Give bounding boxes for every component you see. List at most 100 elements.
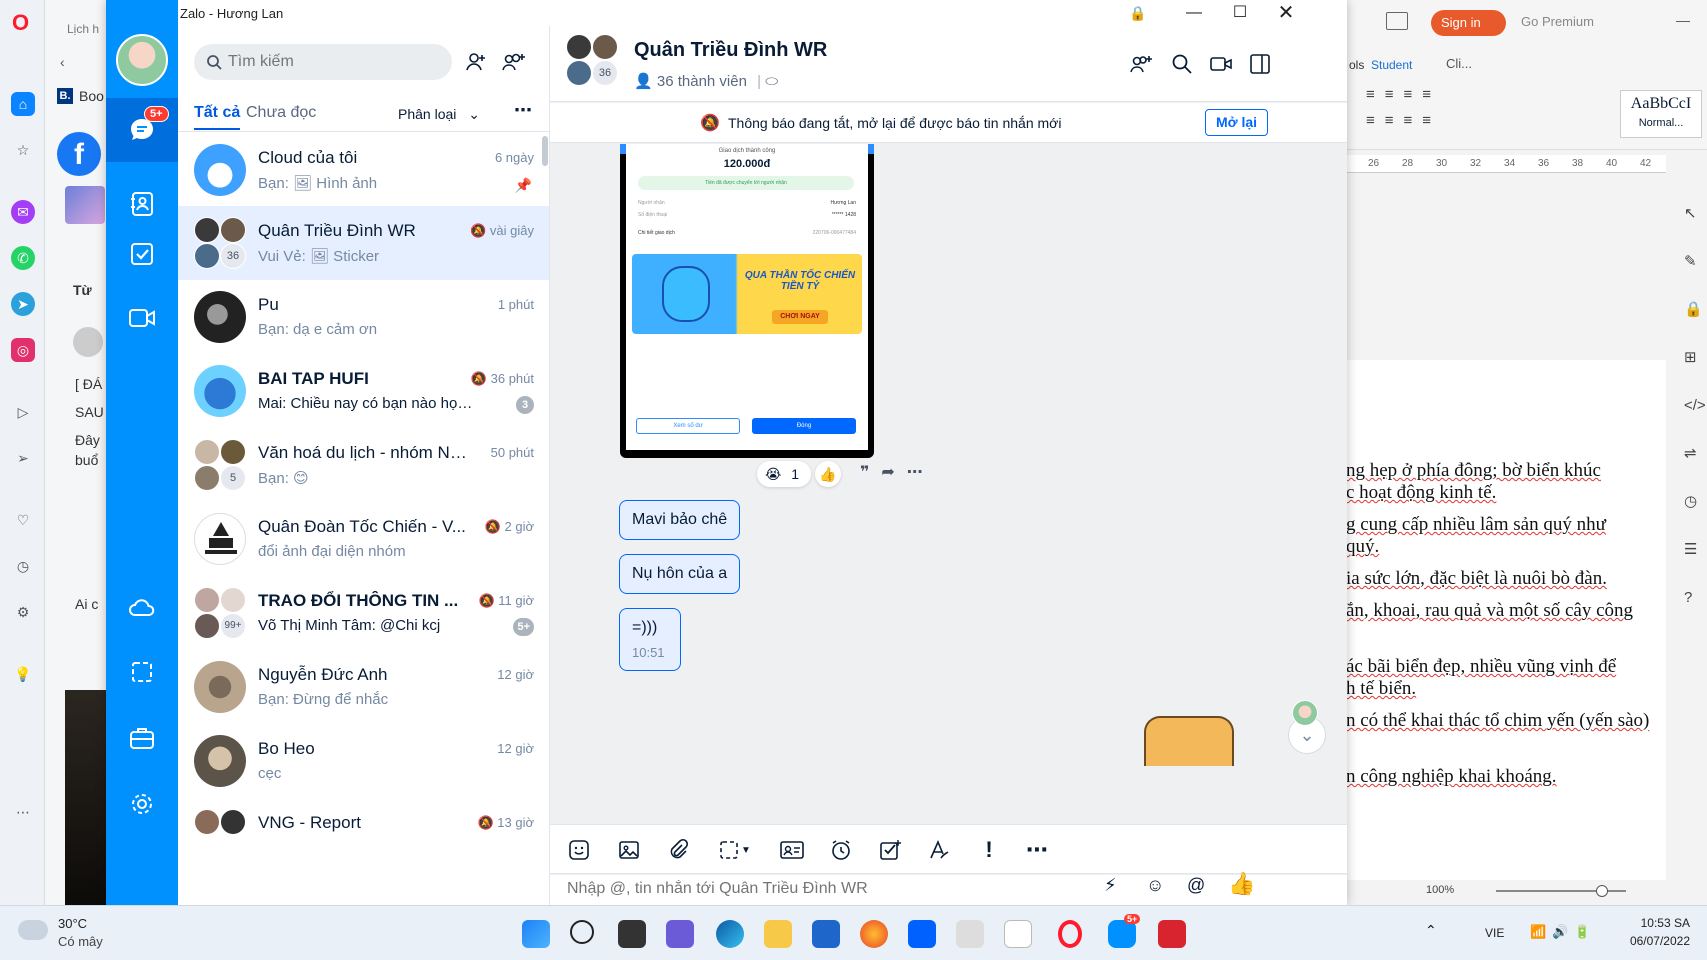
- conversation-item[interactable]: Nguyễn Đức Anh Bạn: Đừng để nhắc 12 giờ: [178, 650, 549, 724]
- search-in-chat-button[interactable]: [1166, 48, 1198, 80]
- message-bubble[interactable]: Mavi bảo chê: [619, 500, 741, 540]
- attach-file-button[interactable]: [663, 835, 693, 865]
- format-text-button[interactable]: [924, 835, 954, 865]
- nav-todo[interactable]: [106, 222, 178, 286]
- reading-mode-icon[interactable]: [1386, 12, 1408, 30]
- chat-title[interactable]: Quân Triều Đình WR: [634, 39, 827, 62]
- taskbar-search-icon[interactable]: [570, 920, 594, 944]
- conversation-item[interactable]: VNG - Report 🔕 13 giờ: [178, 798, 549, 872]
- firefox-icon[interactable]: [860, 920, 888, 948]
- add-friend-button[interactable]: [460, 46, 492, 78]
- nav-messages[interactable]: 5+: [106, 98, 178, 162]
- booking-icon[interactable]: B.: [57, 88, 73, 104]
- clock-date[interactable]: 06/07/2022: [1610, 934, 1690, 948]
- chevron-up-icon[interactable]: ⌃: [1425, 922, 1437, 939]
- more-icon[interactable]: ⋯: [11, 800, 35, 824]
- facebook-icon[interactable]: f: [57, 132, 101, 176]
- conversation-item[interactable]: 99+ TRAO ĐỔI THÔNG TIN ... Võ Thị Minh T…: [178, 576, 549, 650]
- task-view-icon[interactable]: [618, 920, 646, 948]
- thumbs-up-icon[interactable]: 👍: [1228, 871, 1255, 897]
- clock-time[interactable]: 10:53 SA: [1610, 916, 1690, 930]
- send-icon[interactable]: ➢: [11, 446, 35, 470]
- instagram-icon[interactable]: ◎: [11, 338, 35, 362]
- start-windows-icon[interactable]: [522, 920, 550, 948]
- toggle-info-panel-button[interactable]: [1244, 48, 1276, 80]
- zoom-slider[interactable]: [1496, 885, 1626, 897]
- nav-settings[interactable]: [106, 772, 178, 836]
- mark-important-button[interactable]: !: [974, 835, 1004, 865]
- wps-office-icon[interactable]: [1158, 920, 1186, 948]
- message-actions[interactable]: ❞➦⋯: [860, 462, 935, 482]
- input-language[interactable]: VIE: [1485, 926, 1504, 940]
- conversation-item[interactable]: 36 Quân Triều Đình WR Vui Vẻ: 🖼 Sticker …: [178, 206, 549, 280]
- screenshot-button[interactable]: ▼: [712, 835, 756, 865]
- maximize-button[interactable]: ☐: [1218, 2, 1262, 24]
- image-button[interactable]: [614, 835, 644, 865]
- nav-screenshot[interactable]: [106, 640, 178, 704]
- message-bubble[interactable]: =))) 10:51: [619, 608, 681, 671]
- conversation-item[interactable]: Cloud của tôi Bạn: 🖼 Hình ảnh 6 ngày 📌: [178, 133, 549, 207]
- nav-cloud[interactable]: [106, 576, 178, 640]
- heart-icon[interactable]: ♡: [11, 508, 35, 532]
- reopen-notifications-button[interactable]: Mở lại: [1205, 109, 1269, 136]
- window-minimize[interactable]: —: [1676, 12, 1690, 28]
- user-avatar[interactable]: [116, 34, 168, 86]
- conversation-item[interactable]: Pu Bạn: dạ e cảm ơn 1 phút: [178, 280, 549, 354]
- tag-icon[interactable]: ⬭: [765, 73, 778, 90]
- chat-members-link[interactable]: 👤 36 thành viên | ⬭: [634, 72, 778, 90]
- mail-icon[interactable]: [812, 920, 840, 948]
- file-explorer-icon[interactable]: [764, 920, 792, 948]
- whatsapp-icon[interactable]: ✆: [11, 246, 35, 270]
- conversation-item[interactable]: Bo Heo cẹc 12 giờ: [178, 724, 549, 798]
- tab-all[interactable]: Tất cả: [194, 104, 241, 130]
- video-call-button[interactable]: [1205, 48, 1237, 80]
- message-bubble[interactable]: Nụ hôn của a: [619, 554, 741, 594]
- alignment-tools[interactable]: ≡≡≡≡: [1366, 112, 1441, 129]
- amazon-icon[interactable]: [956, 920, 984, 948]
- add-member-button[interactable]: [1125, 48, 1157, 80]
- history-icon[interactable]: ◷: [11, 554, 35, 578]
- player-icon[interactable]: ▷: [11, 400, 35, 424]
- forward-icon[interactable]: ➦: [881, 464, 906, 481]
- dropbox-icon[interactable]: [908, 920, 936, 948]
- conversation-item[interactable]: Quân Đoàn Tốc Chiến - V... đổi ảnh đại d…: [178, 502, 549, 576]
- create-group-button[interactable]: [498, 46, 530, 78]
- student-tab[interactable]: Student: [1371, 58, 1412, 72]
- bookmark-star-icon[interactable]: ☆: [11, 138, 35, 162]
- classify-dropdown[interactable]: Phân loại ⌄: [398, 106, 480, 123]
- image-message[interactable]: Giao dịch thành công 120.000đ Tiền đã đư…: [620, 144, 874, 458]
- opera-tab-label[interactable]: Lịch h: [67, 22, 99, 36]
- minimize-button[interactable]: —: [1172, 2, 1216, 24]
- more-icon[interactable]: ⋯: [907, 464, 935, 481]
- like-reaction-button[interactable]: 👍: [815, 461, 841, 487]
- assign-task-button[interactable]: [875, 835, 905, 865]
- go-premium-button[interactable]: Go Premium: [1521, 14, 1594, 29]
- more-tools-button[interactable]: ⋯: [1022, 835, 1052, 865]
- mention-icon[interactable]: @: [1187, 875, 1205, 896]
- paragraph-tools[interactable]: ≡≡≡≡: [1366, 86, 1441, 103]
- cli-search[interactable]: Cli...: [1446, 56, 1472, 71]
- notepad-icon[interactable]: [1004, 920, 1032, 948]
- conversation-item[interactable]: BAI TAP HUFI Mai: Chiều nay có bạn nào h…: [178, 354, 549, 428]
- reminder-button[interactable]: [826, 835, 856, 865]
- back-icon[interactable]: ‹: [60, 54, 65, 70]
- message-input[interactable]: [567, 875, 1067, 903]
- pin-icon[interactable]: 📌: [515, 177, 532, 194]
- opera-logo-icon[interactable]: O: [12, 10, 29, 36]
- home-icon[interactable]: ⌂: [11, 92, 35, 116]
- more-options-icon[interactable]: ⋯: [514, 100, 532, 121]
- cloud-weather-icon[interactable]: [18, 920, 48, 940]
- messenger-icon[interactable]: ✉: [11, 200, 35, 224]
- nav-video-call[interactable]: [106, 286, 178, 350]
- quick-message-icon[interactable]: ⚡: [1104, 875, 1117, 896]
- close-button[interactable]: ✕: [1264, 2, 1308, 24]
- weather-temperature[interactable]: 30°C: [58, 916, 87, 931]
- conversation-item[interactable]: 5 Văn hoá du lịch - nhóm Nă... Bạn: 😊 50…: [178, 428, 549, 502]
- lightbulb-icon[interactable]: 💡: [11, 662, 35, 686]
- settings-icon[interactable]: ⚙: [11, 600, 35, 624]
- side-tool-icons[interactable]: ↖ ✎ 🔒 ⊞ </> ⇌ ◷ ☰?: [1684, 190, 1706, 622]
- zoom-level[interactable]: 100%: [1426, 884, 1454, 896]
- send-contact-button[interactable]: [777, 835, 807, 865]
- search-box[interactable]: [194, 44, 452, 80]
- edge-icon[interactable]: [716, 920, 744, 948]
